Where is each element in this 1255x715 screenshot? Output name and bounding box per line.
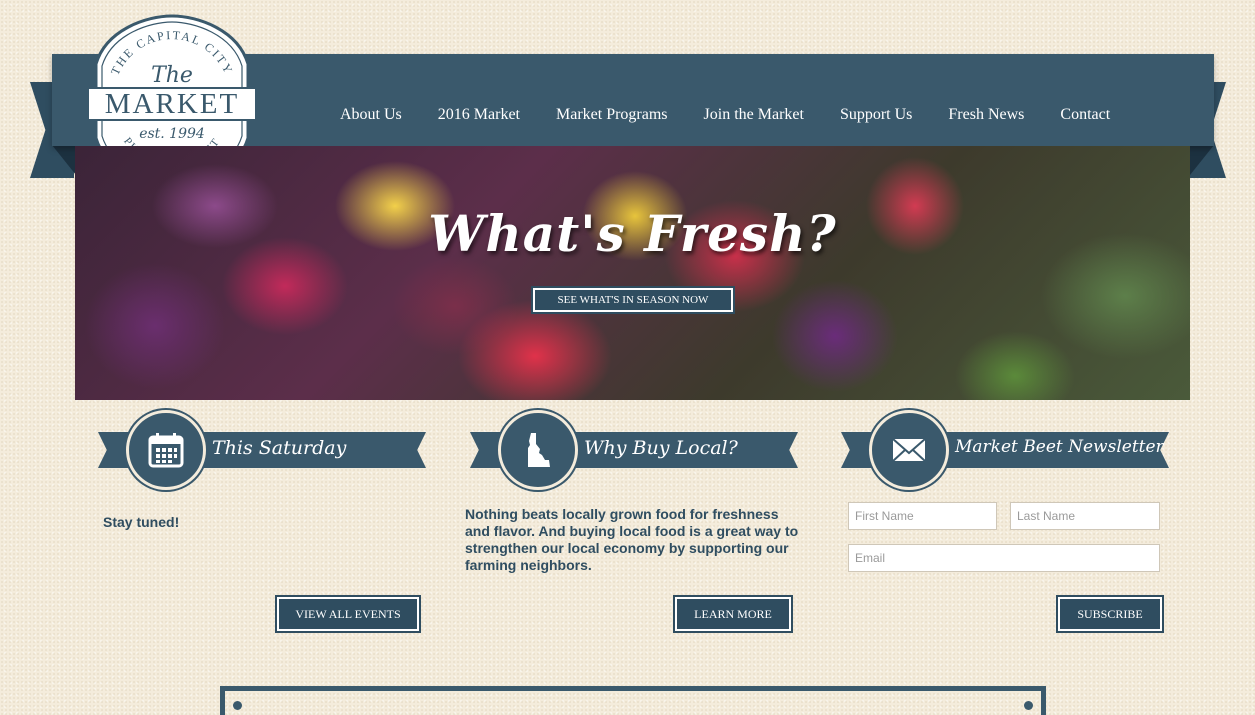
nav-item-contact[interactable]: Contact [1042,106,1128,124]
hero-banner: What's Fresh? SEE WHAT'S IN SEASON NOW [75,146,1190,400]
nav-item-about-us[interactable]: About Us [322,106,420,124]
nav-item-market-programs[interactable]: Market Programs [538,106,686,124]
saturday-text: Stay tuned! [103,514,180,530]
local-text: Nothing beats locally grown food for fre… [465,506,799,573]
section-title-local: Why Buy Local? [584,437,738,459]
section-banner-local: Why Buy Local? [470,410,798,490]
nav-item-2016-market[interactable]: 2016 Market [420,106,538,124]
svg-text:MARKET: MARKET [105,88,239,120]
view-all-events-button[interactable]: VIEW ALL EVENTS [275,595,421,633]
section-title-saturday: This Saturday [212,437,347,459]
nav-item-support-us[interactable]: Support Us [822,106,930,124]
section-banner-saturday: This Saturday [98,410,426,490]
state-circle [498,410,578,490]
email-input[interactable] [848,544,1160,572]
calendar-icon [148,433,184,468]
first-name-input[interactable] [848,502,997,530]
subscribe-button[interactable]: SUBSCRIBE [1056,595,1164,633]
nav-item-join-the-market[interactable]: Join the Market [686,106,822,124]
idaho-state-icon [528,433,550,467]
envelope-circle [869,410,949,490]
svg-text:The: The [151,63,193,88]
nav-item-fresh-news[interactable]: Fresh News [930,106,1042,124]
frame-dot-left [233,701,242,710]
frame-dot-right [1024,701,1033,710]
svg-text:est. 1994: est. 1994 [139,126,205,142]
bottom-panel-frame [220,686,1046,715]
section-banner-newsletter: Market Beet Newsletter [841,410,1169,490]
calendar-circle [126,410,206,490]
hero-title: What's Fresh? [428,204,837,263]
envelope-icon [892,438,926,462]
last-name-input[interactable] [1010,502,1160,530]
section-title-newsletter: Market Beet Newsletter [955,437,1164,457]
learn-more-button[interactable]: LEARN MORE [673,595,793,633]
main-nav: About Us 2016 Market Market Programs Joi… [322,106,1128,124]
see-in-season-button[interactable]: SEE WHAT'S IN SEASON NOW [531,286,735,314]
